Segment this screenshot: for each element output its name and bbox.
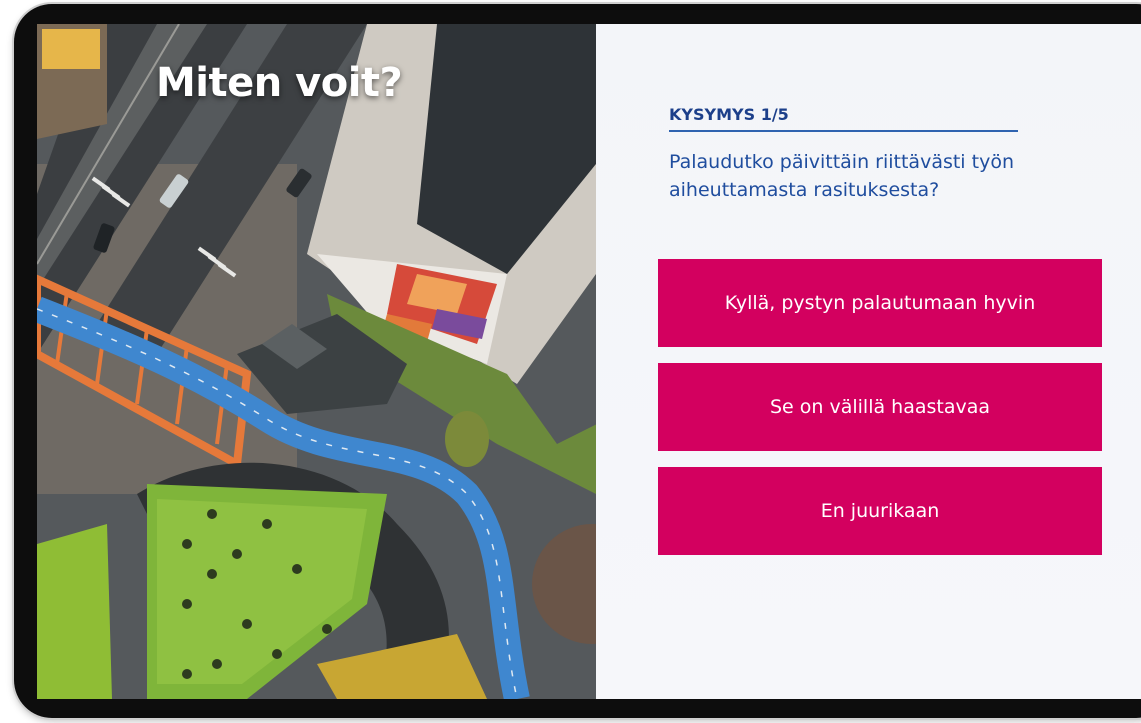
question-text: Palaudutko päivittäin riittävästi työn a… [669, 151, 1014, 201]
answer-button-sometimes[interactable]: Se on välillä haastavaa [658, 363, 1102, 451]
question-panel: KYSYMYS 1/5 Palaudutko päivittäin riittä… [596, 24, 1141, 699]
question-counter: KYSYMYS 1/5 [669, 105, 1018, 132]
aerial-illustration [37, 24, 596, 699]
answer-button-yes[interactable]: Kyllä, pystyn palautumaan hyvin [658, 259, 1102, 347]
tablet-screen: Miten voit? KYSYMYS 1/5 Palaudutko päivi… [37, 24, 1141, 699]
answer-button-no[interactable]: En juurikaan [658, 467, 1102, 555]
city-aerial-photo: Miten voit? [37, 24, 596, 699]
page-heading: Miten voit? [156, 60, 403, 106]
answer-list: Kyllä, pystyn palautumaan hyvin Se on vä… [658, 259, 1102, 571]
